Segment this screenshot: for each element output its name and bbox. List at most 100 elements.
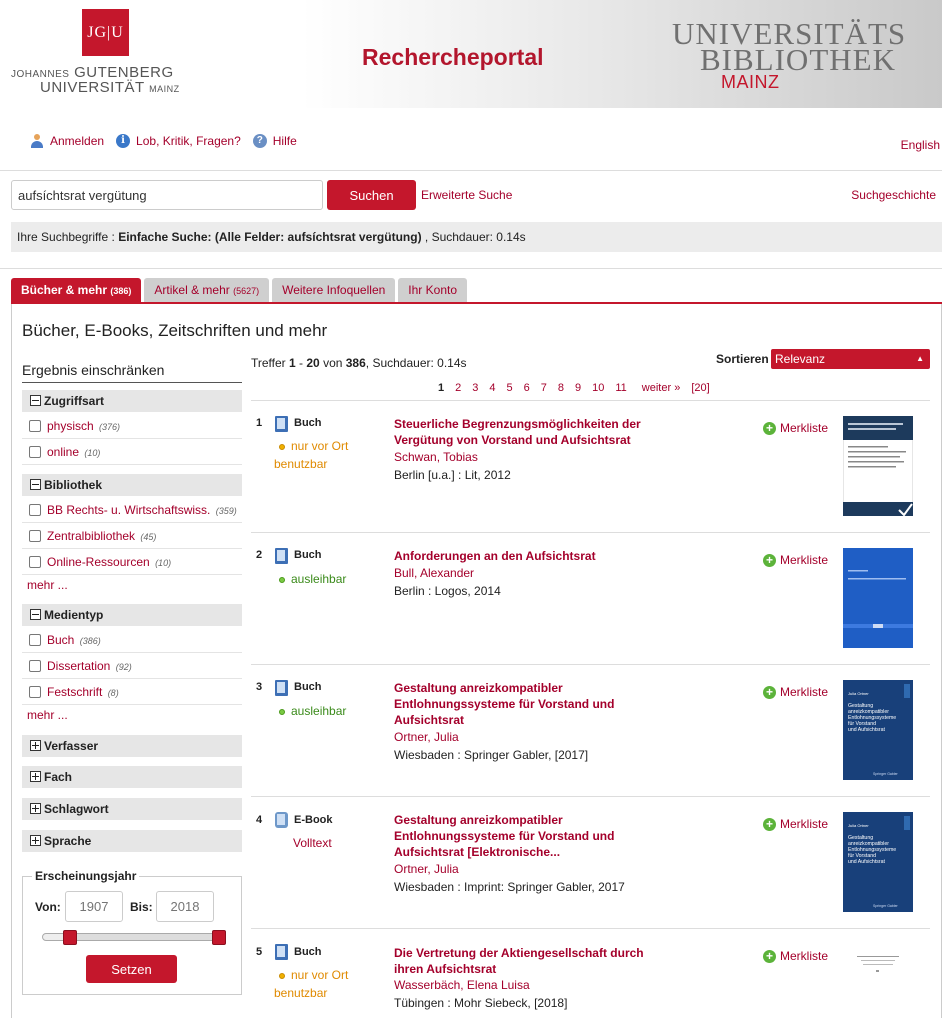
result-title[interactable]: Gestaltung anreizkompatibler Entlohnungs…: [394, 812, 664, 860]
page-link[interactable]: 4: [489, 382, 495, 394]
facets-heading: Ergebnis einschränken: [22, 362, 242, 383]
year-from-label: Von:: [35, 900, 61, 914]
search-summary: Ihre Suchbegriffe : Einfache Suche: (All…: [11, 222, 942, 252]
facet-item[interactable]: Buch (386): [22, 627, 242, 653]
bookmark-button[interactable]: + Merkliste: [763, 817, 828, 831]
result-publication: Wiesbaden : Springer Gabler, [2017]: [394, 748, 589, 762]
divider: [251, 928, 930, 929]
checkbox[interactable]: [29, 446, 41, 458]
page-link[interactable]: 2: [455, 382, 461, 394]
sort-select[interactable]: Relevanz ▲: [771, 349, 930, 369]
facet-item[interactable]: Festschrift (8): [22, 679, 242, 705]
facet-item[interactable]: Dissertation (92): [22, 653, 242, 679]
year-filter-legend: Erscheinungsjahr: [32, 869, 140, 883]
panel-title: Bücher, E-Books, Zeitschriften und mehr: [22, 321, 328, 340]
facet-group-verfasser[interactable]: Verfasser: [22, 735, 242, 757]
facet-group-zugriffsart[interactable]: Zugriffsart: [22, 390, 242, 412]
facet-item[interactable]: physisch (376): [22, 413, 242, 439]
bookmark-button[interactable]: + Merkliste: [763, 421, 828, 435]
divider: [251, 532, 930, 533]
tab-articles[interactable]: Artikel & mehr (5627): [144, 278, 270, 302]
facet-group-bibliothek[interactable]: Bibliothek: [22, 474, 242, 496]
facet-item[interactable]: Online-Ressourcen (10): [22, 549, 242, 575]
page-link[interactable]: 7: [541, 382, 547, 394]
expand-icon: [30, 771, 41, 782]
checkbox[interactable]: [29, 530, 41, 542]
availability: nur vor Ort benutzbar: [274, 439, 349, 471]
expand-icon: [30, 803, 41, 814]
tab-more-sources[interactable]: Weitere Infoquellen: [272, 278, 396, 302]
page-link[interactable]: 11: [615, 382, 626, 394]
page-link[interactable]: 9: [575, 382, 581, 394]
jgu-logo[interactable]: JG|U: [82, 9, 129, 56]
svg-text:Julia Ortner: Julia Ortner: [848, 691, 869, 696]
book-icon: [275, 548, 288, 564]
language-switch[interactable]: English: [901, 138, 940, 152]
select-arrows-icon: ▲: [916, 354, 924, 363]
book-cover[interactable]: [843, 944, 913, 1014]
status-dot-icon: [279, 576, 285, 583]
collapse-icon: [30, 479, 41, 490]
result-author[interactable]: Wasserbäch, Elena Luisa: [394, 978, 530, 992]
result-title[interactable]: Gestaltung anreizkompatibler Entlohnungs…: [394, 680, 664, 728]
feedback-link[interactable]: Lob, Kritik, Fragen?: [136, 134, 241, 148]
jgu-logo-text-line2: UNIVERSITÄT MAINZ: [40, 79, 180, 96]
facet-group-medientyp[interactable]: Medientyp: [22, 604, 242, 626]
page-link[interactable]: 6: [524, 382, 530, 394]
book-cover[interactable]: [843, 416, 913, 516]
result-author[interactable]: Ortner, Julia: [394, 862, 459, 876]
facet-group-schlagwort[interactable]: Schlagwort: [22, 798, 242, 820]
checkbox[interactable]: [29, 556, 41, 568]
fulltext-link[interactable]: Volltext: [293, 834, 332, 852]
checkbox[interactable]: [29, 504, 41, 516]
result-author[interactable]: Bull, Alexander: [394, 566, 474, 580]
facet-item[interactable]: online (10): [22, 439, 242, 465]
book-cover[interactable]: Julia Ortner Gestaltung anreizkompatible…: [843, 812, 913, 912]
bookmark-button[interactable]: + Merkliste: [763, 553, 828, 567]
help-link[interactable]: Hilfe: [273, 134, 297, 148]
availability: ausleihbar: [274, 702, 346, 720]
next-page-link[interactable]: weiter »: [642, 382, 681, 394]
result-author[interactable]: Ortner, Julia: [394, 730, 459, 744]
year-from-input[interactable]: [65, 891, 123, 922]
year-slider-max-handle[interactable]: [212, 930, 226, 945]
search-input[interactable]: [11, 180, 323, 210]
bookmark-button[interactable]: + Merkliste: [763, 685, 828, 699]
result-publication: Berlin : Logos, 2014: [394, 584, 501, 598]
year-to-input[interactable]: [156, 891, 214, 922]
page-link[interactable]: 10: [592, 382, 604, 394]
result-publication: Tübingen : Mohr Siebeck, [2018]: [394, 996, 568, 1010]
facet-item[interactable]: BB Rechts- u. Wirtschaftswiss. (359): [22, 497, 242, 523]
checkbox[interactable]: [29, 686, 41, 698]
book-cover[interactable]: Julia Ortner Gestaltung anreizkompatible…: [843, 680, 913, 780]
book-cover[interactable]: [843, 548, 913, 648]
page-link[interactable]: 5: [507, 382, 513, 394]
last-page-link[interactable]: [20]: [691, 382, 709, 394]
tab-account[interactable]: Ihr Konto: [398, 278, 467, 302]
result-author[interactable]: Schwan, Tobias: [394, 450, 478, 464]
divider: [0, 170, 942, 171]
checkbox[interactable]: [29, 420, 41, 432]
user-icon: [30, 134, 44, 148]
more-link[interactable]: mehr ...: [27, 708, 68, 722]
page-link[interactable]: 8: [558, 382, 564, 394]
year-slider-min-handle[interactable]: [63, 930, 77, 945]
facet-item[interactable]: Zentralbibliothek (45): [22, 523, 242, 549]
tab-books[interactable]: Bücher & mehr (386): [11, 278, 142, 302]
more-link[interactable]: mehr ...: [27, 578, 68, 592]
facet-group-fach[interactable]: Fach: [22, 766, 242, 788]
result-title[interactable]: Die Vertretung der Aktiengesellschaft du…: [394, 945, 664, 977]
search-button[interactable]: Suchen: [327, 180, 416, 210]
year-apply-button[interactable]: Setzen: [86, 955, 177, 983]
result-title[interactable]: Steuerliche Begrenzungsmöglichkeiten der…: [394, 416, 664, 448]
advanced-search-link[interactable]: Erweiterte Suche: [421, 188, 512, 202]
search-history-link[interactable]: Suchgeschichte: [851, 188, 936, 202]
facet-group-sprache[interactable]: Sprache: [22, 830, 242, 852]
checkbox[interactable]: [29, 634, 41, 646]
login-link[interactable]: Anmelden: [50, 134, 104, 148]
ub-logo-mainz: MAINZ: [721, 72, 780, 92]
bookmark-button[interactable]: + Merkliste: [763, 949, 828, 963]
result-title[interactable]: Anforderungen an den Aufsichtsrat: [394, 548, 664, 564]
checkbox[interactable]: [29, 660, 41, 672]
page-link[interactable]: 3: [472, 382, 478, 394]
